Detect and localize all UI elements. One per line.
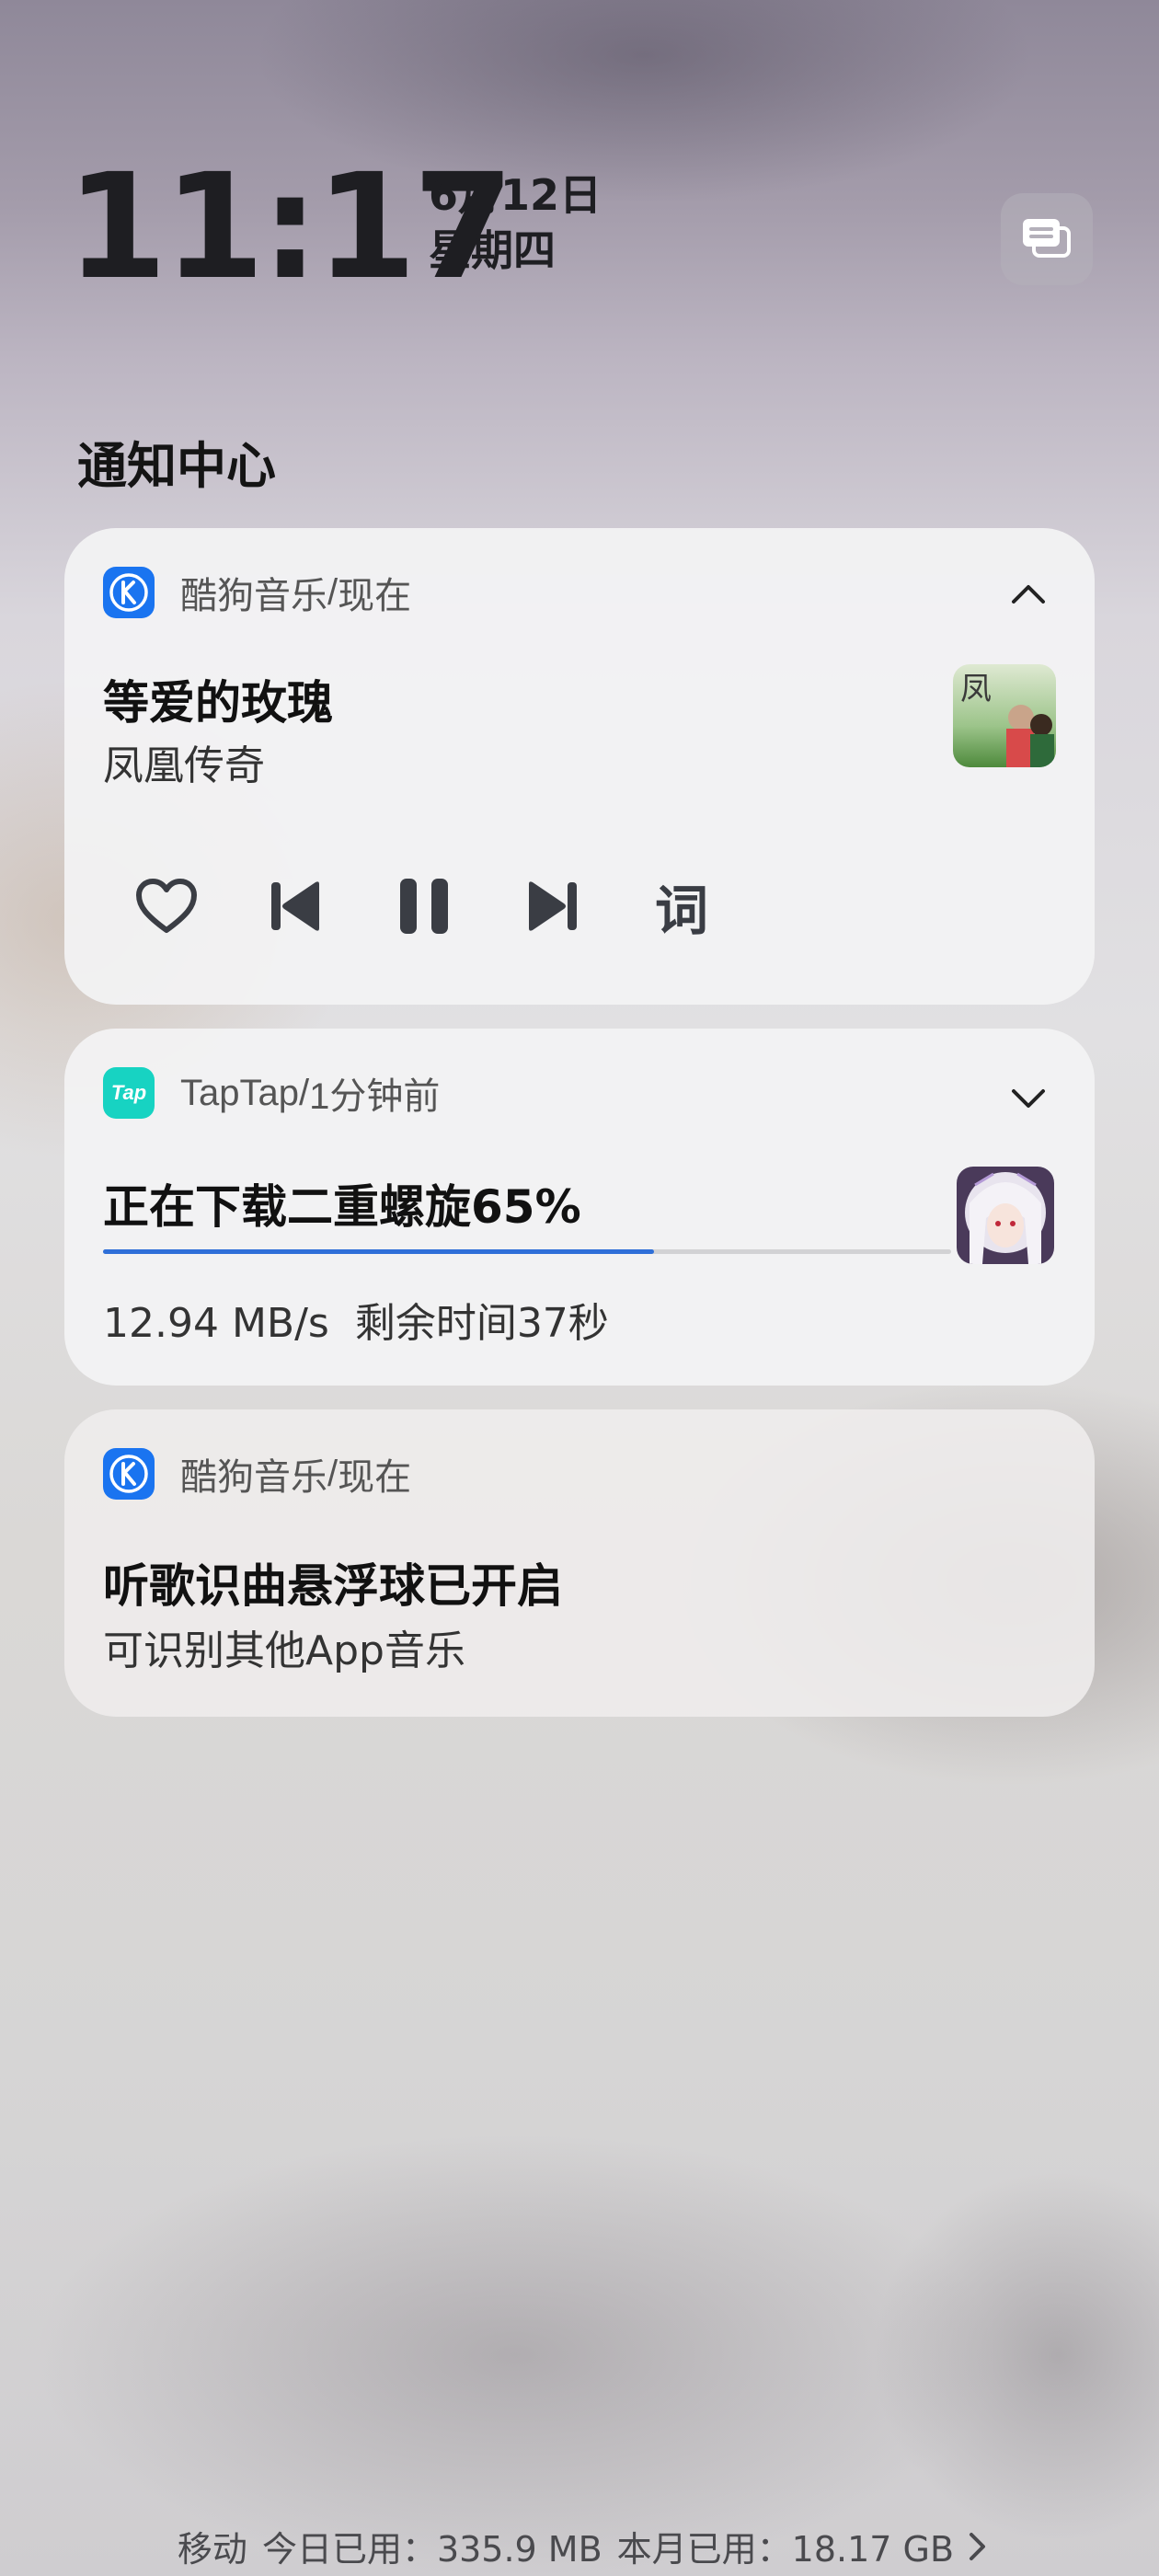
app-name: 酷狗音乐 — [180, 1457, 327, 1498]
previous-icon — [271, 881, 319, 931]
notification-time: 现在 — [338, 1457, 412, 1498]
download-notification-card[interactable]: Tap TapTap / 1分钟前 正在下载二重螺旋65% 12.94 MB/s… — [64, 1029, 1095, 1386]
expand-chevron-icon[interactable] — [1010, 1086, 1047, 1111]
svg-text:凤: 凤 — [960, 671, 992, 707]
like-button[interactable] — [129, 868, 204, 944]
album-art: 凤 — [953, 664, 1056, 767]
heart-icon — [136, 879, 197, 933]
notification-time: 现在 — [338, 576, 412, 616]
download-progress-fill — [103, 1249, 655, 1254]
taptap-app-icon: Tap — [103, 1067, 155, 1119]
song-title: 等爱的玫瑰 — [103, 676, 333, 730]
app-name: TapTap — [180, 1072, 299, 1113]
separator: / — [298, 1072, 310, 1113]
stacked-cards-icon — [1023, 219, 1071, 258]
lyrics-button[interactable]: 词 — [644, 868, 719, 944]
card-header: 酷狗音乐 / 现在 — [103, 1448, 411, 1500]
game-icon — [957, 1167, 1054, 1264]
next-icon — [529, 881, 577, 931]
artist-name: 凤凰传奇 — [103, 742, 265, 789]
month-usage: 本月已用：18.17 GB — [616, 2529, 955, 2570]
next-button[interactable] — [515, 868, 591, 944]
carrier-label: 移动 — [177, 2529, 247, 2570]
date-label: 6月12日 — [429, 170, 602, 220]
notification-center-title: 通知中心 — [77, 437, 276, 495]
notification-manage-button[interactable] — [1001, 193, 1093, 285]
separator: / — [327, 1453, 339, 1494]
data-usage-bar[interactable]: 移动 今日已用：335.9 MB 本月已用：18.17 GB — [0, 2521, 1159, 2571]
today-usage: 今日已用：335.9 MB — [261, 2529, 602, 2570]
separator: / — [327, 571, 339, 613]
date-block: 6月12日 星期四 — [429, 167, 602, 278]
kugou-app-icon — [103, 1448, 155, 1500]
kugou-app-icon — [103, 567, 155, 618]
download-progress-bar — [103, 1249, 951, 1254]
collapse-chevron-icon[interactable] — [1010, 581, 1047, 607]
taptap-logo-text: Tap — [110, 1081, 147, 1104]
notification-title: 听歌识曲悬浮球已开启 — [103, 1559, 563, 1613]
card-header: 酷狗音乐 / 现在 — [103, 567, 411, 618]
notification-time: 1分钟前 — [309, 1076, 441, 1117]
media-controls: 词 — [129, 868, 773, 944]
previous-button[interactable] — [258, 868, 333, 944]
app-name: 酷狗音乐 — [180, 576, 327, 616]
pause-button[interactable] — [386, 868, 462, 944]
notification-body: 可识别其他App音乐 — [103, 1627, 465, 1674]
download-title: 正在下载二重螺旋65% — [103, 1180, 581, 1234]
download-detail: 12.94 MB/s 剩余时间37秒 — [103, 1300, 609, 1347]
floating-ball-notification-card[interactable]: 酷狗音乐 / 现在 听歌识曲悬浮球已开启 可识别其他App音乐 — [64, 1409, 1095, 1717]
pause-icon — [400, 879, 448, 934]
chevron-right-icon — [970, 2532, 986, 2560]
weekday-label: 星期四 — [429, 225, 556, 275]
media-notification-card[interactable]: 酷狗音乐 / 现在 等爱的玫瑰 凤凰传奇 凤 词 — [64, 528, 1095, 1005]
card-header: Tap TapTap / 1分钟前 — [103, 1067, 440, 1119]
